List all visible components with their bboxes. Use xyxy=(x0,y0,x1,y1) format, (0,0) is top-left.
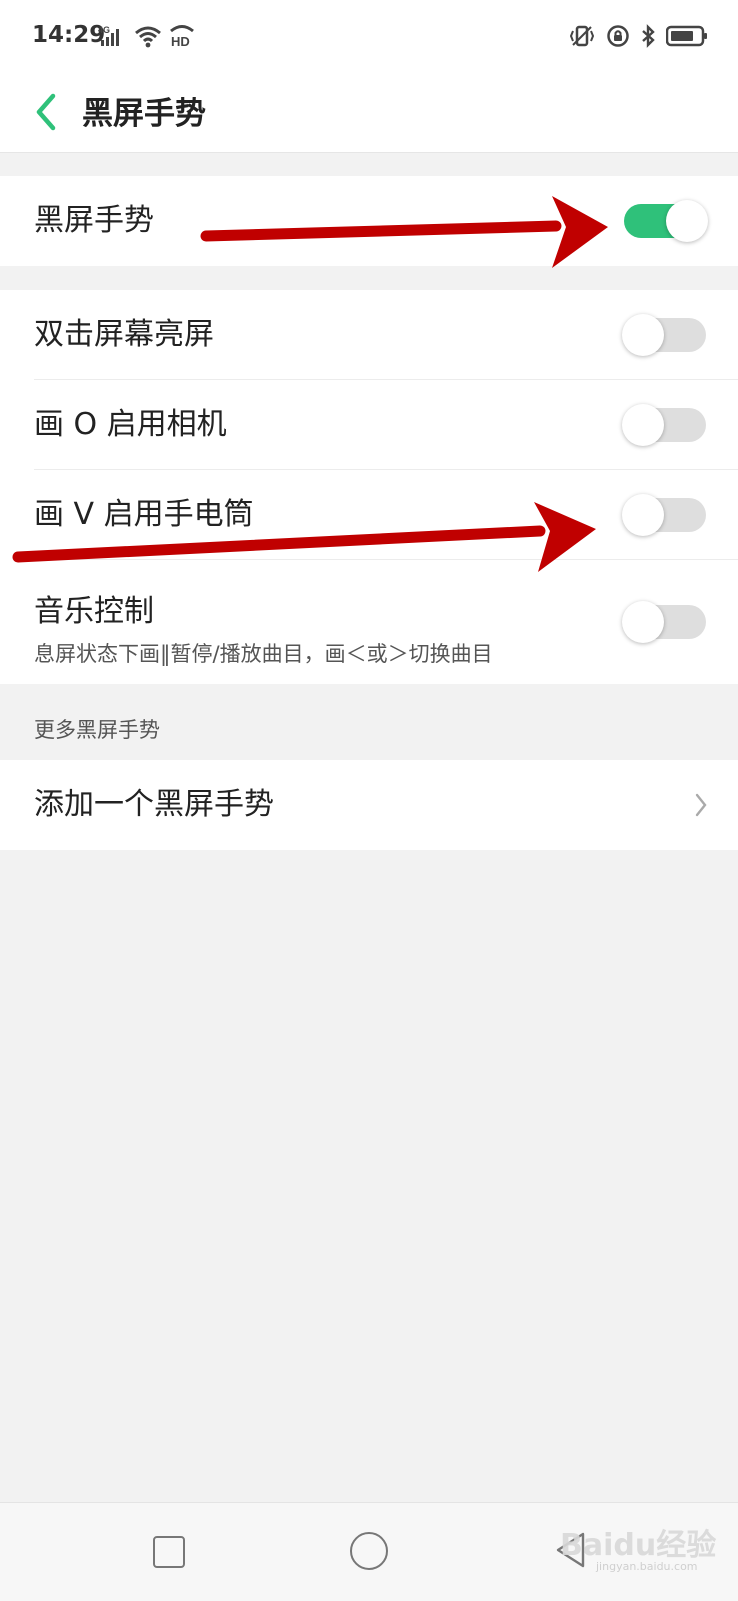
master-toggle-group: 黑屏手势 xyxy=(0,176,738,266)
double-tap-toggle[interactable] xyxy=(622,314,706,356)
back-button[interactable] xyxy=(22,84,70,144)
add-gesture-label: 添加一个黑屏手势 xyxy=(34,787,274,822)
status-right-icons xyxy=(568,24,708,52)
hd-label: HD xyxy=(171,34,190,48)
gesture-row-music-control[interactable]: 音乐控制 息屏状态下画‖暂停/播放曲目，画＜或＞切换曲目 xyxy=(0,560,738,684)
vibrate-icon xyxy=(568,24,596,52)
gesture-options-group: 双击屏幕亮屏 画 O 启用相机 画 V 启用手电筒 音乐控制 息屏状态下画‖暂停… xyxy=(0,290,738,684)
toggle-knob xyxy=(622,601,664,643)
master-toggle-label: 黑屏手势 xyxy=(34,203,154,238)
add-gesture-row[interactable]: 添加一个黑屏手势 xyxy=(0,760,738,850)
gesture-row-double-tap[interactable]: 双击屏幕亮屏 xyxy=(0,290,738,380)
toggle-knob xyxy=(622,404,664,446)
music-control-toggle[interactable] xyxy=(622,601,706,643)
toggle-knob xyxy=(666,200,708,242)
gesture-label: 画 V 启用手电筒 xyxy=(34,497,254,532)
watermark-site: jingyan.baidu.com xyxy=(596,1560,698,1573)
network-label: 4G xyxy=(98,25,110,35)
recent-apps-icon[interactable] xyxy=(153,1536,185,1568)
wifi-icon xyxy=(134,24,162,52)
battery-icon xyxy=(665,24,708,52)
watermark-brand: Baidu经验 xyxy=(560,1528,717,1563)
rotation-lock-icon xyxy=(606,24,630,52)
draw-v-toggle[interactable] xyxy=(622,494,706,536)
section-header-more: 更多黑屏手势 xyxy=(34,718,160,742)
hd-call-icon: HD xyxy=(168,24,196,52)
master-toggle-switch[interactable] xyxy=(624,200,708,242)
app-header: 黑屏手势 xyxy=(0,78,738,153)
home-icon[interactable] xyxy=(350,1532,388,1570)
toggle-knob xyxy=(622,314,664,356)
more-gestures-group: 添加一个黑屏手势 xyxy=(0,760,738,850)
gesture-label: 音乐控制 xyxy=(34,594,154,629)
bluetooth-icon xyxy=(640,24,656,52)
signal-icon: 4G xyxy=(98,24,128,52)
gesture-label: 双击屏幕亮屏 xyxy=(34,317,214,352)
gesture-sublabel: 息屏状态下画‖暂停/播放曲目，画＜或＞切换曲目 xyxy=(34,642,493,666)
gesture-row-draw-v[interactable]: 画 V 启用手电筒 xyxy=(0,470,738,560)
toggle-knob xyxy=(622,494,664,536)
chevron-right-icon xyxy=(694,792,708,822)
status-bar: 14:29 4G HD xyxy=(0,0,738,78)
draw-o-toggle[interactable] xyxy=(622,404,706,446)
chevron-left-icon xyxy=(34,93,58,135)
status-time: 14:29 xyxy=(32,22,106,48)
page-title: 黑屏手势 xyxy=(82,96,206,132)
gesture-label: 画 O 启用相机 xyxy=(34,407,227,442)
gesture-row-draw-o[interactable]: 画 O 启用相机 xyxy=(0,380,738,470)
master-toggle-row[interactable]: 黑屏手势 xyxy=(0,176,738,266)
status-left-icons: 4G HD xyxy=(98,24,196,52)
